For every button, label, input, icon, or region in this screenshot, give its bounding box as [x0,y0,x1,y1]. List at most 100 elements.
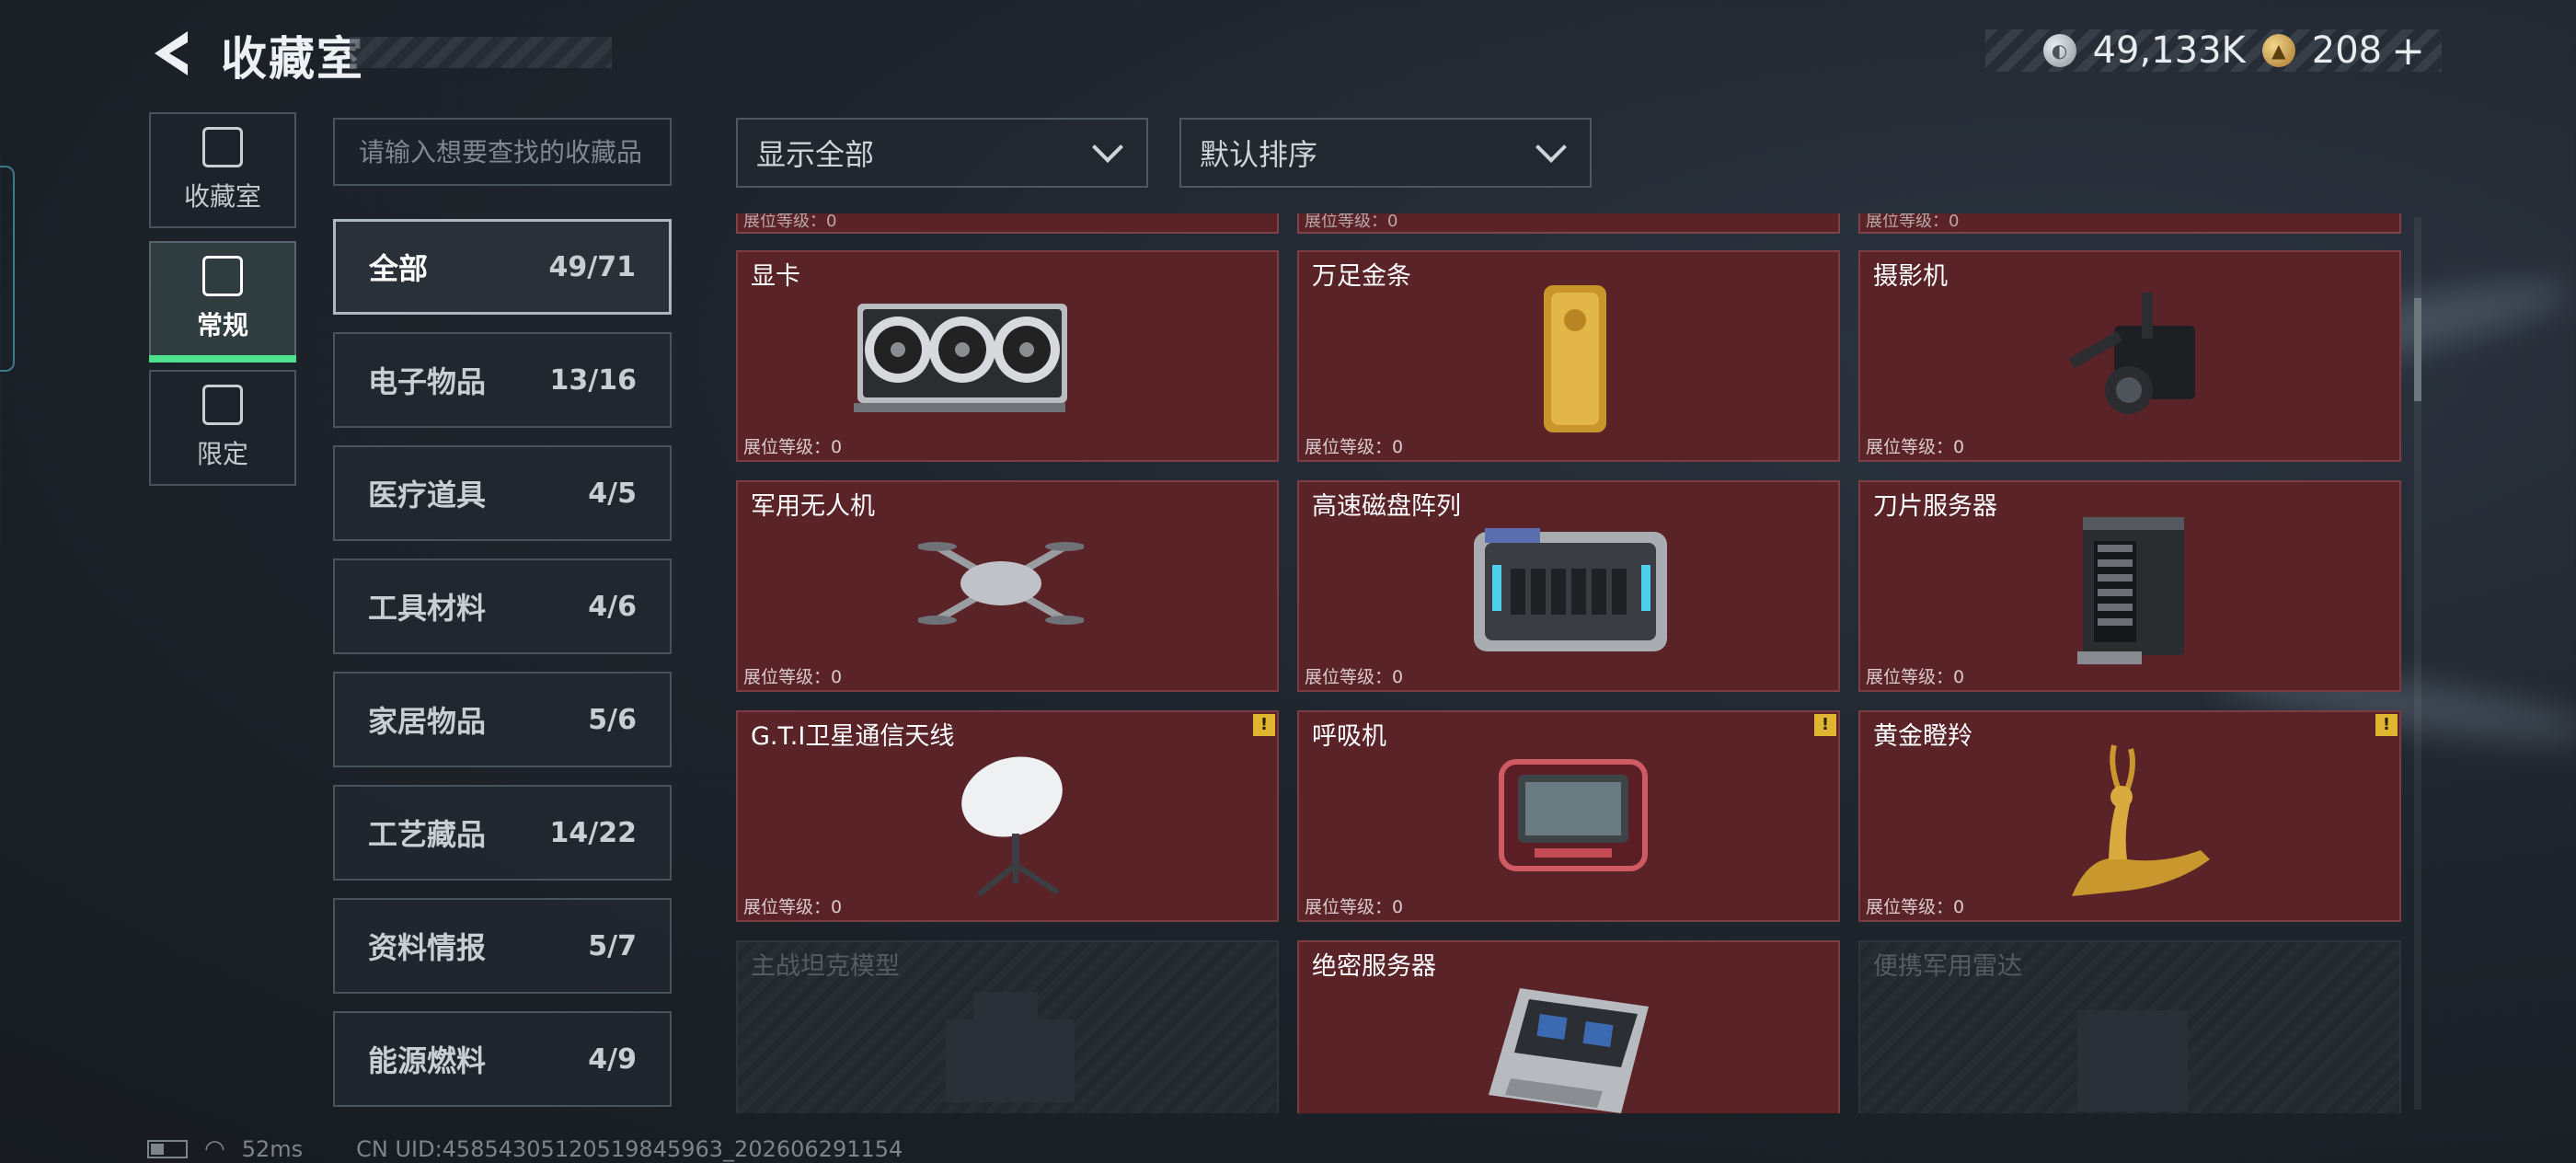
collection-card-secret-server[interactable]: 绝密服务器 [1297,940,1840,1113]
category-household[interactable]: 家居物品 5/6 [333,672,672,767]
category-medical[interactable]: 医疗道具 4/5 [333,445,672,541]
category-name: 全部 [369,251,429,286]
card-peek: 展位等级：0 [1297,213,1840,234]
category-name: 资料情报 [368,930,487,965]
card-level: 展位等级：0 [743,437,843,457]
card-peek: 展位等级：0 [1858,213,2401,234]
sort-dropdown[interactable]: 默认排序 [1179,118,1592,188]
collection-card-portable-radar[interactable]: 便携军用雷达 [1858,940,2401,1113]
alert-badge: ! [1814,714,1836,736]
silver-coin-icon: ◐ [2042,34,2076,67]
category-count: 49/71 [548,250,636,283]
category-list: 全部 49/71 电子物品 13/16 医疗道具 4/5 工具材料 4/6 家居… [333,219,672,1124]
radar-icon [2077,1010,2188,1111]
sort-dropdown-value: 默认排序 [1200,137,1318,172]
chevron-down-icon [1535,132,1567,163]
collection-card-disk-array[interactable]: 高速磁盘阵列 展位等级：0 [1297,480,1840,692]
card-level: 展位等级：0 [743,667,843,687]
card-level: 展位等级：0 [743,213,837,231]
collection-grid: 展位等级：0 展位等级：0 展位等级：0 显卡 展位等级：0 万足金条 展位等级… [736,213,2403,1113]
scrollbar-thumb[interactable] [2414,298,2421,401]
category-electronics[interactable]: 电子物品 13/16 [333,332,672,428]
blade-server-icon [2077,517,2184,664]
page-title: 收藏室 [221,32,364,86]
collection-card-gold-bar[interactable]: 万足金条 展位等级：0 [1297,250,1840,462]
title-decoration [350,37,612,68]
card-name: 显卡 [751,262,800,291]
drone-icon [918,542,1084,625]
side-nav-label: 限定 [196,439,248,469]
card-name: 主战坦克模型 [751,952,900,981]
category-name: 工具材料 [368,591,487,626]
side-nav-vault[interactable]: 收藏室 [149,112,296,228]
disk-array-icon [1474,528,1667,651]
wifi-icon: ◠ [204,1135,225,1163]
card-name: 高速磁盘阵列 [1312,492,1461,521]
category-intel[interactable]: 资料情报 5/7 [333,898,672,994]
collection-card-drone[interactable]: 军用无人机 展位等级：0 [736,480,1279,692]
back-arrow-icon [155,31,188,75]
satellite-dish-icon [961,756,1063,897]
golden-gazelle-icon [2072,744,2210,896]
graphics-card-icon [854,304,1067,412]
card-level: 展位等级：0 [1305,667,1404,687]
gold-amount: 208 [2311,29,2383,72]
card-level: 展位等级：0 [1866,897,1965,917]
category-crafts[interactable]: 工艺藏品 14/22 [333,785,672,881]
back-button[interactable] [147,28,202,79]
gallery-icon [202,256,243,296]
filter-dropdown[interactable]: 显示全部 [736,118,1148,188]
category-count: 5/6 [588,703,637,736]
uid-text: CN UID:4585430512051984596​3_20260629115… [356,1136,903,1162]
category-count: 13/16 [549,363,637,397]
category-count: 14/22 [549,816,637,849]
chevron-down-icon [1092,132,1123,163]
camera-icon [2069,293,2195,414]
card-name: 刀片服务器 [1873,492,1997,521]
category-name: 医疗道具 [368,478,487,512]
category-count: 4/6 [588,590,637,623]
category-name: 能源燃料 [368,1043,487,1078]
battery-icon [147,1140,188,1158]
alert-badge: ! [2375,714,2398,736]
collection-card-camera[interactable]: 摄影机 展位等级：0 [1858,250,2401,462]
category-all[interactable]: 全部 49/71 [333,219,672,315]
alert-badge: ! [1253,714,1275,736]
collection-card-blade-server[interactable]: 刀片服务器 展位等级：0 [1858,480,2401,692]
tank-model-icon [946,992,1075,1102]
search-input[interactable] [333,118,672,186]
card-peek: 展位等级：0 [736,213,1279,234]
secret-server-icon [1489,988,1649,1113]
side-nav: 收藏室 常规 限定 [149,112,296,499]
edge-tab [0,166,15,372]
card-name: 万足金条 [1312,262,1411,291]
limited-icon [202,385,243,425]
collection-card-satellite-antenna[interactable]: G.T.I卫星通信天线 ! 展位等级：0 [736,710,1279,922]
side-nav-regular[interactable]: 常规 [149,241,296,363]
grid-scrollbar[interactable] [2414,217,2421,1110]
gold-bar-icon [1544,285,1606,432]
side-nav-limited[interactable]: 限定 [149,370,296,486]
header: 收藏室 ◐ 49,133K ▲ 208 + [0,0,2576,101]
card-name: 军用无人机 [751,492,875,521]
card-name: 黄金瞪羚 [1873,722,1972,751]
category-name: 工艺藏品 [368,817,487,852]
collection-card-ventilator[interactable]: 呼吸机 ! 展位等级：0 [1297,710,1840,922]
category-count: 4/5 [588,477,637,510]
card-level: 展位等级：0 [743,897,843,917]
add-currency-button[interactable]: + [2391,28,2425,75]
card-name: 绝密服务器 [1312,952,1436,981]
collection-card-golden-gazelle[interactable]: 黄金瞪羚 ! 展位等级：0 [1858,710,2401,922]
vault-icon [202,127,243,167]
card-level: 展位等级：0 [1305,213,1398,231]
collection-card-graphics-card[interactable]: 显卡 展位等级：0 [736,250,1279,462]
card-name: 便携军用雷达 [1873,952,2022,981]
category-tools[interactable]: 工具材料 4/6 [333,558,672,654]
card-level: 展位等级：0 [1866,667,1965,687]
category-energy[interactable]: 能源燃料 4/9 [333,1011,672,1107]
collection-card-tank-model[interactable]: 主战坦克模型 [736,940,1279,1113]
status-footer: ◠ 52ms CN UID:4585430512051984596​3_2026… [147,1135,903,1163]
category-count: 5/7 [588,929,637,962]
silver-amount: 49,133K [2092,29,2246,72]
card-level: 展位等级：0 [1305,897,1404,917]
